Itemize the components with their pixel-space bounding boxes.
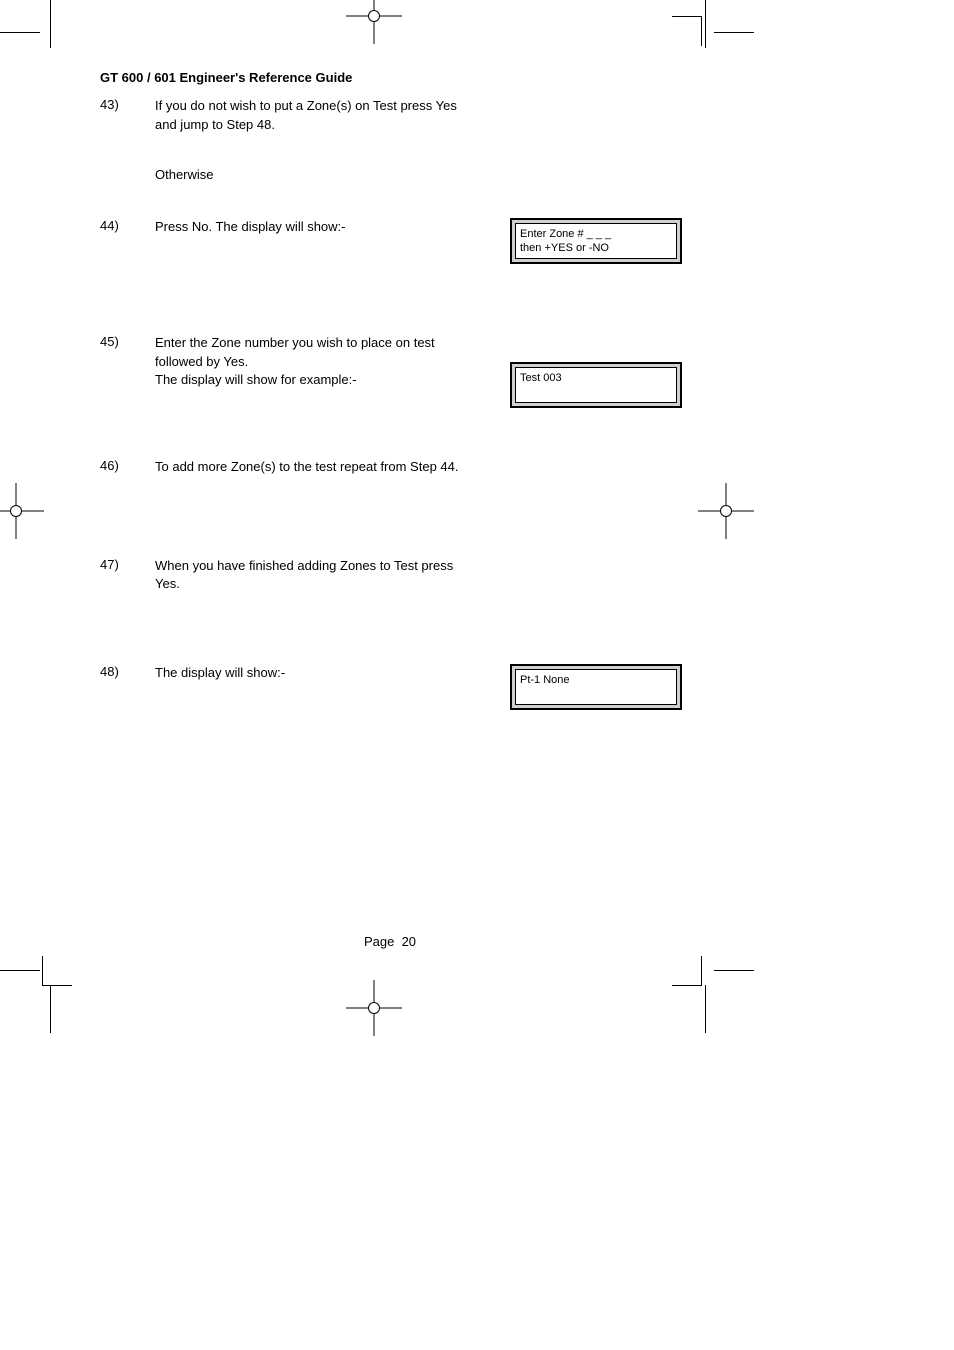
crop-mark: [0, 970, 40, 971]
page-content: GT 600 / 601 Engineer's Reference Guide …: [100, 70, 680, 746]
page-label: Page: [364, 934, 394, 949]
step-number: 48): [100, 664, 155, 679]
step-item: 47) When you have finished adding Zones …: [100, 557, 680, 595]
step-item: 46) To add more Zone(s) to the test repe…: [100, 458, 680, 477]
step-number: 46): [100, 458, 155, 473]
step-text: The display will show:-: [155, 664, 475, 683]
lcd-display: Pt-1 None: [510, 664, 682, 710]
registration-mark-icon: [346, 0, 402, 44]
registration-mark-icon: [346, 980, 402, 1036]
lcd-line-1: Test 003: [520, 371, 672, 385]
step-number: 43): [100, 97, 155, 112]
crop-bracket-icon: [42, 956, 72, 986]
crop-mark: [714, 32, 754, 33]
step-text: If you do not wish to put a Zone(s) on T…: [155, 97, 475, 135]
registration-mark-icon: [698, 483, 754, 539]
crop-mark: [714, 970, 754, 971]
step-text: Enter the Zone number you wish to place …: [155, 334, 475, 391]
document-title: GT 600 / 601 Engineer's Reference Guide: [100, 70, 680, 85]
step-number: 45): [100, 334, 155, 349]
page-footer: Page 20: [100, 934, 680, 949]
lcd-line-1: Pt-1 None: [520, 673, 672, 687]
step-number: 44): [100, 218, 155, 233]
step-text: Press No. The display will show:-: [155, 218, 475, 237]
crop-bracket-icon: [672, 16, 702, 46]
step-number: 47): [100, 557, 155, 572]
lcd-display: Test 003: [510, 362, 682, 408]
step-item: 45) Enter the Zone number you wish to pl…: [100, 334, 680, 408]
crop-mark: [705, 985, 706, 1033]
registration-mark-icon: [0, 483, 44, 539]
step-item: 44) Press No. The display will show:- En…: [100, 218, 680, 264]
step-item: 48) The display will show:- Pt-1 None: [100, 664, 680, 710]
lcd-line-1: Enter Zone # _ _ _: [520, 227, 672, 241]
step-item: 43) If you do not wish to put a Zone(s) …: [100, 97, 680, 135]
crop-mark: [705, 0, 706, 48]
lcd-display: Enter Zone # _ _ _ then +YES or -NO: [510, 218, 682, 264]
step-text: When you have finished adding Zones to T…: [155, 557, 475, 595]
lcd-line-2: then +YES or -NO: [520, 241, 672, 255]
step-text: To add more Zone(s) to the test repeat f…: [155, 458, 475, 477]
otherwise-label: Otherwise: [155, 167, 680, 182]
crop-mark: [50, 0, 51, 48]
crop-mark: [0, 32, 40, 33]
page-number: 20: [402, 934, 416, 949]
crop-bracket-icon: [672, 956, 702, 986]
crop-mark: [50, 985, 51, 1033]
